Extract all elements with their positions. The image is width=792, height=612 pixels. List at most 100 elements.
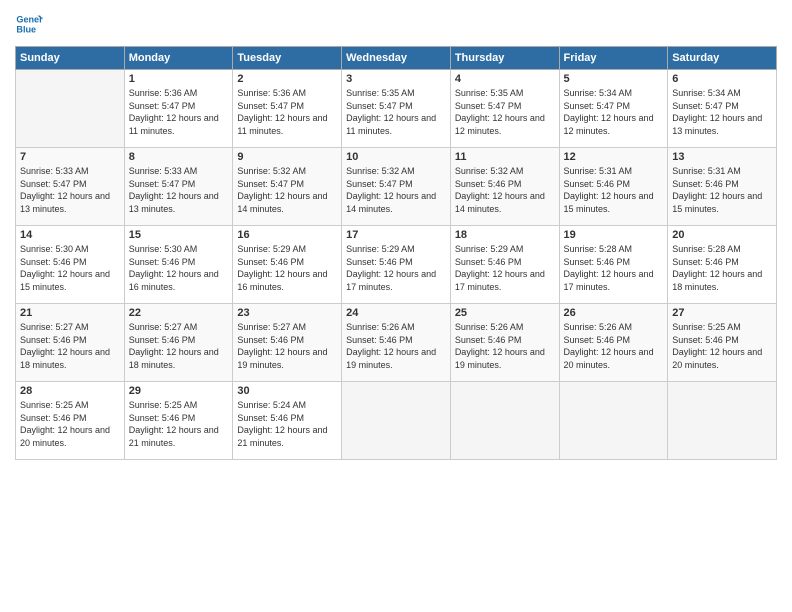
calendar-cell: 3 Sunrise: 5:35 AM Sunset: 5:47 PM Dayli… xyxy=(342,70,451,148)
day-info: Sunrise: 5:24 AM Sunset: 5:46 PM Dayligh… xyxy=(237,399,337,449)
day-number: 15 xyxy=(129,229,229,241)
day-number: 14 xyxy=(20,229,120,241)
day-info: Sunrise: 5:33 AM Sunset: 5:47 PM Dayligh… xyxy=(20,165,120,215)
day-info: Sunrise: 5:32 AM Sunset: 5:47 PM Dayligh… xyxy=(346,165,446,215)
calendar-week-row: 1 Sunrise: 5:36 AM Sunset: 5:47 PM Dayli… xyxy=(16,70,777,148)
calendar-header-wednesday: Wednesday xyxy=(342,47,451,70)
page-container: General Blue SundayMondayTuesdayWednesda… xyxy=(0,0,792,470)
day-info: Sunrise: 5:29 AM Sunset: 5:46 PM Dayligh… xyxy=(455,243,555,293)
day-info: Sunrise: 5:34 AM Sunset: 5:47 PM Dayligh… xyxy=(672,87,772,137)
day-info: Sunrise: 5:26 AM Sunset: 5:46 PM Dayligh… xyxy=(455,321,555,371)
day-number: 25 xyxy=(455,307,555,319)
day-number: 18 xyxy=(455,229,555,241)
svg-text:Blue: Blue xyxy=(16,24,36,34)
calendar-cell xyxy=(668,382,777,460)
calendar-cell: 17 Sunrise: 5:29 AM Sunset: 5:46 PM Dayl… xyxy=(342,226,451,304)
day-number: 26 xyxy=(564,307,664,319)
day-info: Sunrise: 5:30 AM Sunset: 5:46 PM Dayligh… xyxy=(129,243,229,293)
day-number: 21 xyxy=(20,307,120,319)
calendar-header-saturday: Saturday xyxy=(668,47,777,70)
day-info: Sunrise: 5:27 AM Sunset: 5:46 PM Dayligh… xyxy=(20,321,120,371)
day-info: Sunrise: 5:28 AM Sunset: 5:46 PM Dayligh… xyxy=(564,243,664,293)
day-number: 6 xyxy=(672,73,772,85)
day-info: Sunrise: 5:27 AM Sunset: 5:46 PM Dayligh… xyxy=(129,321,229,371)
day-number: 16 xyxy=(237,229,337,241)
calendar-cell: 4 Sunrise: 5:35 AM Sunset: 5:47 PM Dayli… xyxy=(450,70,559,148)
day-number: 9 xyxy=(237,151,337,163)
day-number: 28 xyxy=(20,385,120,397)
calendar-cell xyxy=(559,382,668,460)
day-info: Sunrise: 5:32 AM Sunset: 5:47 PM Dayligh… xyxy=(237,165,337,215)
day-number: 20 xyxy=(672,229,772,241)
day-number: 2 xyxy=(237,73,337,85)
calendar-cell: 18 Sunrise: 5:29 AM Sunset: 5:46 PM Dayl… xyxy=(450,226,559,304)
day-info: Sunrise: 5:28 AM Sunset: 5:46 PM Dayligh… xyxy=(672,243,772,293)
header: General Blue xyxy=(15,10,777,38)
calendar-header-row: SundayMondayTuesdayWednesdayThursdayFrid… xyxy=(16,47,777,70)
day-info: Sunrise: 5:25 AM Sunset: 5:46 PM Dayligh… xyxy=(129,399,229,449)
day-number: 8 xyxy=(129,151,229,163)
calendar-cell xyxy=(450,382,559,460)
calendar-cell: 11 Sunrise: 5:32 AM Sunset: 5:46 PM Dayl… xyxy=(450,148,559,226)
day-number: 29 xyxy=(129,385,229,397)
day-info: Sunrise: 5:35 AM Sunset: 5:47 PM Dayligh… xyxy=(455,87,555,137)
day-number: 7 xyxy=(20,151,120,163)
calendar-cell: 9 Sunrise: 5:32 AM Sunset: 5:47 PM Dayli… xyxy=(233,148,342,226)
calendar-header-sunday: Sunday xyxy=(16,47,125,70)
calendar-cell: 5 Sunrise: 5:34 AM Sunset: 5:47 PM Dayli… xyxy=(559,70,668,148)
day-number: 24 xyxy=(346,307,446,319)
calendar-cell: 12 Sunrise: 5:31 AM Sunset: 5:46 PM Dayl… xyxy=(559,148,668,226)
logo-icon: General Blue xyxy=(15,10,43,38)
day-info: Sunrise: 5:26 AM Sunset: 5:46 PM Dayligh… xyxy=(346,321,446,371)
calendar-header-thursday: Thursday xyxy=(450,47,559,70)
calendar-cell: 26 Sunrise: 5:26 AM Sunset: 5:46 PM Dayl… xyxy=(559,304,668,382)
day-info: Sunrise: 5:35 AM Sunset: 5:47 PM Dayligh… xyxy=(346,87,446,137)
calendar-cell: 16 Sunrise: 5:29 AM Sunset: 5:46 PM Dayl… xyxy=(233,226,342,304)
day-info: Sunrise: 5:25 AM Sunset: 5:46 PM Dayligh… xyxy=(672,321,772,371)
day-info: Sunrise: 5:29 AM Sunset: 5:46 PM Dayligh… xyxy=(346,243,446,293)
calendar-cell: 19 Sunrise: 5:28 AM Sunset: 5:46 PM Dayl… xyxy=(559,226,668,304)
calendar-header-monday: Monday xyxy=(124,47,233,70)
day-info: Sunrise: 5:32 AM Sunset: 5:46 PM Dayligh… xyxy=(455,165,555,215)
calendar-cell: 2 Sunrise: 5:36 AM Sunset: 5:47 PM Dayli… xyxy=(233,70,342,148)
calendar-cell: 20 Sunrise: 5:28 AM Sunset: 5:46 PM Dayl… xyxy=(668,226,777,304)
day-info: Sunrise: 5:25 AM Sunset: 5:46 PM Dayligh… xyxy=(20,399,120,449)
calendar-cell: 21 Sunrise: 5:27 AM Sunset: 5:46 PM Dayl… xyxy=(16,304,125,382)
calendar-cell: 27 Sunrise: 5:25 AM Sunset: 5:46 PM Dayl… xyxy=(668,304,777,382)
calendar-cell: 30 Sunrise: 5:24 AM Sunset: 5:46 PM Dayl… xyxy=(233,382,342,460)
day-number: 1 xyxy=(129,73,229,85)
calendar-cell: 22 Sunrise: 5:27 AM Sunset: 5:46 PM Dayl… xyxy=(124,304,233,382)
calendar-cell: 29 Sunrise: 5:25 AM Sunset: 5:46 PM Dayl… xyxy=(124,382,233,460)
day-info: Sunrise: 5:31 AM Sunset: 5:46 PM Dayligh… xyxy=(672,165,772,215)
calendar-cell: 13 Sunrise: 5:31 AM Sunset: 5:46 PM Dayl… xyxy=(668,148,777,226)
calendar-cell: 1 Sunrise: 5:36 AM Sunset: 5:47 PM Dayli… xyxy=(124,70,233,148)
calendar-cell: 10 Sunrise: 5:32 AM Sunset: 5:47 PM Dayl… xyxy=(342,148,451,226)
calendar-header-tuesday: Tuesday xyxy=(233,47,342,70)
calendar-cell: 6 Sunrise: 5:34 AM Sunset: 5:47 PM Dayli… xyxy=(668,70,777,148)
day-number: 4 xyxy=(455,73,555,85)
day-number: 12 xyxy=(564,151,664,163)
day-info: Sunrise: 5:33 AM Sunset: 5:47 PM Dayligh… xyxy=(129,165,229,215)
day-number: 11 xyxy=(455,151,555,163)
day-number: 23 xyxy=(237,307,337,319)
day-number: 3 xyxy=(346,73,446,85)
day-info: Sunrise: 5:30 AM Sunset: 5:46 PM Dayligh… xyxy=(20,243,120,293)
calendar-cell: 23 Sunrise: 5:27 AM Sunset: 5:46 PM Dayl… xyxy=(233,304,342,382)
calendar-cell: 14 Sunrise: 5:30 AM Sunset: 5:46 PM Dayl… xyxy=(16,226,125,304)
day-info: Sunrise: 5:31 AM Sunset: 5:46 PM Dayligh… xyxy=(564,165,664,215)
calendar-cell xyxy=(342,382,451,460)
calendar-cell: 8 Sunrise: 5:33 AM Sunset: 5:47 PM Dayli… xyxy=(124,148,233,226)
day-info: Sunrise: 5:27 AM Sunset: 5:46 PM Dayligh… xyxy=(237,321,337,371)
day-info: Sunrise: 5:29 AM Sunset: 5:46 PM Dayligh… xyxy=(237,243,337,293)
day-number: 27 xyxy=(672,307,772,319)
day-number: 22 xyxy=(129,307,229,319)
day-number: 30 xyxy=(237,385,337,397)
calendar-week-row: 7 Sunrise: 5:33 AM Sunset: 5:47 PM Dayli… xyxy=(16,148,777,226)
calendar-table: SundayMondayTuesdayWednesdayThursdayFrid… xyxy=(15,46,777,460)
calendar-cell: 28 Sunrise: 5:25 AM Sunset: 5:46 PM Dayl… xyxy=(16,382,125,460)
day-info: Sunrise: 5:34 AM Sunset: 5:47 PM Dayligh… xyxy=(564,87,664,137)
day-number: 5 xyxy=(564,73,664,85)
calendar-cell: 24 Sunrise: 5:26 AM Sunset: 5:46 PM Dayl… xyxy=(342,304,451,382)
calendar-week-row: 14 Sunrise: 5:30 AM Sunset: 5:46 PM Dayl… xyxy=(16,226,777,304)
day-info: Sunrise: 5:36 AM Sunset: 5:47 PM Dayligh… xyxy=(129,87,229,137)
